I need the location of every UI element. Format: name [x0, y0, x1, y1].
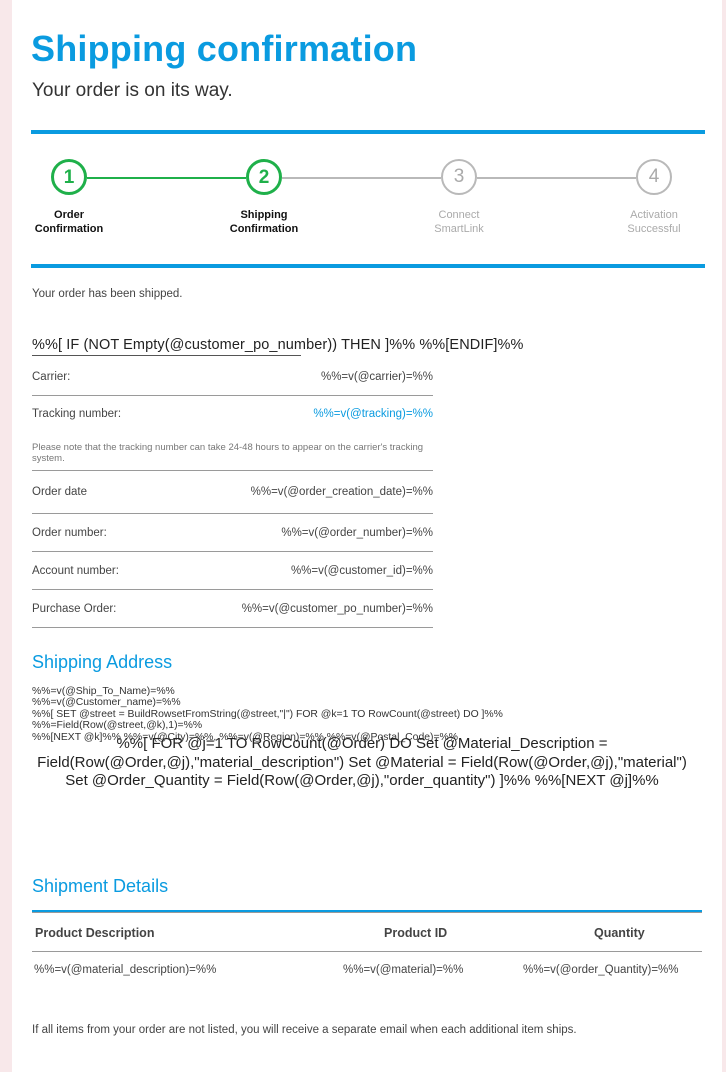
purchase-order-value: %%=v(@customer_po_number)=%% [241, 603, 433, 615]
email-card: Shipping confirmation Your order is on i… [12, 0, 722, 1072]
step-connector-3 [477, 177, 636, 179]
step-4-circle: 4 [636, 159, 672, 195]
step-4-label: Activation Successful [627, 209, 681, 235]
tracking-note: Please note that the tracking number can… [32, 442, 424, 464]
step-connector-1 [87, 177, 246, 179]
step-2-circle: 2 [246, 159, 282, 195]
step-connector-2 [282, 177, 441, 179]
order-number-label: Order number: [32, 527, 107, 539]
page-subtitle: Your order is on its way. [32, 80, 233, 101]
footer-note: If all items from your order are not lis… [32, 1024, 577, 1036]
step-3-label: Connect SmartLink [434, 209, 484, 235]
account-number-label: Account number: [32, 565, 119, 577]
order-date-row: Order date %%=v(@order_creation_date)=%% [32, 471, 433, 514]
address-line: %%=v(@Customer_name)=%% [32, 697, 181, 709]
tracking-row: Tracking number: %%=v(@tracking)=%% Plea… [32, 396, 433, 471]
shipment-table-header: Product Description Product ID Quantity [32, 912, 702, 952]
shipping-address-heading: Shipping Address [32, 652, 173, 672]
cell-quantity: %%=v(@order_Quantity)=%% [523, 964, 679, 976]
shipment-details-heading: Shipment Details [32, 876, 169, 896]
step-1-circle: 1 [51, 159, 87, 195]
top-divider [31, 130, 705, 134]
po-conditional-script: %%[ IF (NOT Empty(@customer_po_number)) … [32, 337, 524, 356]
page-title: Shipping confirmation [31, 28, 418, 69]
carrier-label: Carrier: [32, 371, 71, 383]
address-line: %%=Field(Row(@street,@k),1)=%% [32, 720, 203, 732]
order-details: Carrier: %%=v(@carrier)=%% Tracking numb… [32, 358, 433, 628]
account-number-value: %%=v(@customer_id)=%% [290, 565, 433, 577]
address-line: %%[ SET @street = BuildRowsetFromString(… [32, 708, 503, 720]
carrier-value: %%=v(@carrier)=%% [320, 371, 433, 383]
carrier-row: Carrier: %%=v(@carrier)=%% [32, 358, 433, 396]
step-1-label: Order Confirmation [34, 209, 104, 235]
column-header-quantity: Quantity [594, 926, 645, 940]
step-2-label: Shipping Confirmation [229, 209, 299, 235]
cell-product-id: %%=v(@material)=%% [343, 964, 464, 976]
order-date-value: %%=v(@order_creation_date)=%% [250, 486, 433, 498]
order-number-row: Order number: %%=v(@order_number)=%% [32, 514, 433, 552]
account-number-row: Account number: %%=v(@customer_id)=%% [32, 552, 433, 590]
cell-description: %%=v(@material_description)=%% [34, 964, 217, 976]
tracking-link[interactable]: %%=v(@tracking)=%% [313, 408, 433, 420]
purchase-order-label: Purchase Order: [32, 603, 117, 615]
address-line: %%=v(@Ship_To_Name)=%% [32, 686, 175, 697]
order-number-value: %%=v(@order_number)=%% [281, 527, 433, 539]
column-header-product-id: Product ID [384, 926, 448, 940]
table-row: %%=v(@material_description)=%% %%=v(@mat… [32, 952, 702, 992]
column-header-description: Product Description [35, 926, 155, 940]
stepper-divider [31, 264, 705, 268]
order-date-label: Order date [32, 486, 87, 498]
order-loop-script: %%[ FOR @j=1 TO RowCount(@Order) DO Set … [37, 735, 687, 789]
purchase-order-row: Purchase Order: %%=v(@customer_po_number… [32, 590, 433, 628]
intro-text: Your order has been shipped. [32, 288, 183, 300]
step-3-circle: 3 [441, 159, 477, 195]
tracking-label: Tracking number: [32, 408, 122, 420]
